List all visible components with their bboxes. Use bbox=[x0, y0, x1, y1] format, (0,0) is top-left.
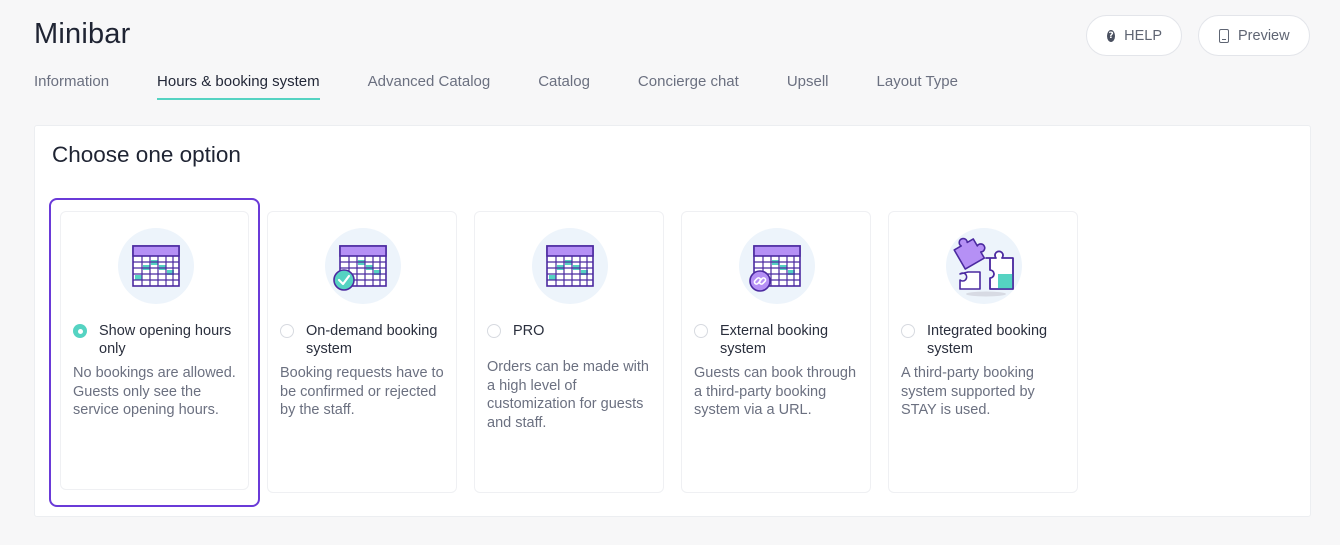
help-button-label: HELP bbox=[1124, 27, 1162, 44]
option-label: Show opening hours only bbox=[99, 323, 232, 357]
tab-concierge-chat[interactable]: Concierge chat bbox=[638, 73, 739, 100]
calendar-icon bbox=[532, 228, 608, 304]
option-card-integrated-booking[interactable]: Integrated booking system A third-party … bbox=[888, 211, 1078, 493]
top-actions: ? HELP Preview bbox=[1086, 15, 1310, 56]
option-label: External booking system bbox=[720, 323, 829, 357]
help-button[interactable]: ? HELP bbox=[1086, 15, 1182, 56]
puzzle-icon bbox=[946, 228, 1022, 304]
tab-catalog[interactable]: Catalog bbox=[538, 73, 590, 100]
tab-hours-booking-system[interactable]: Hours & booking system bbox=[157, 73, 320, 100]
option-card-on-demand-booking[interactable]: On-demand booking system Booking request… bbox=[267, 211, 457, 493]
option-description: No bookings are allowed. Guests only see… bbox=[73, 365, 236, 418]
option-label: Integrated booking system bbox=[927, 323, 1048, 357]
radio-on-demand-booking[interactable] bbox=[280, 324, 294, 338]
options-panel: Choose one option Show opening hours onl… bbox=[34, 125, 1311, 517]
calendar-icon bbox=[118, 228, 194, 304]
calendar-link-icon bbox=[739, 228, 815, 304]
option-card-pro[interactable]: PRO Orders can be made with a high level… bbox=[474, 211, 664, 493]
option-label: PRO bbox=[513, 323, 545, 339]
tab-layout-type[interactable]: Layout Type bbox=[877, 73, 958, 100]
panel-title: Choose one option bbox=[52, 142, 241, 167]
option-card-external-booking[interactable]: External booking system Guests can book … bbox=[681, 211, 871, 493]
phone-icon bbox=[1219, 28, 1229, 43]
help-icon: ? bbox=[1107, 29, 1116, 42]
option-card-show-opening-hours[interactable]: Show opening hours only No bookings are … bbox=[49, 198, 260, 507]
radio-external-booking[interactable] bbox=[694, 324, 708, 338]
tab-upsell[interactable]: Upsell bbox=[787, 73, 829, 100]
tab-bar: Information Hours & booking system Advan… bbox=[34, 73, 1006, 100]
option-description: Guests can book through a third-party bo… bbox=[694, 365, 857, 418]
option-description: Booking requests have to be confirmed or… bbox=[280, 365, 444, 418]
radio-integrated-booking[interactable] bbox=[901, 324, 915, 338]
preview-button-label: Preview bbox=[1238, 27, 1290, 44]
option-description: A third-party booking system supported b… bbox=[901, 365, 1035, 418]
option-description: Orders can be made with a high level of … bbox=[487, 359, 649, 431]
tab-information[interactable]: Information bbox=[34, 73, 109, 100]
calendar-check-icon bbox=[325, 228, 401, 304]
option-label: On-demand booking system bbox=[306, 323, 438, 357]
radio-pro[interactable] bbox=[487, 324, 501, 338]
page-title: Minibar bbox=[34, 18, 131, 50]
radio-show-opening-hours[interactable] bbox=[73, 324, 87, 338]
preview-button[interactable]: Preview bbox=[1198, 15, 1310, 56]
tab-advanced-catalog[interactable]: Advanced Catalog bbox=[368, 73, 491, 100]
